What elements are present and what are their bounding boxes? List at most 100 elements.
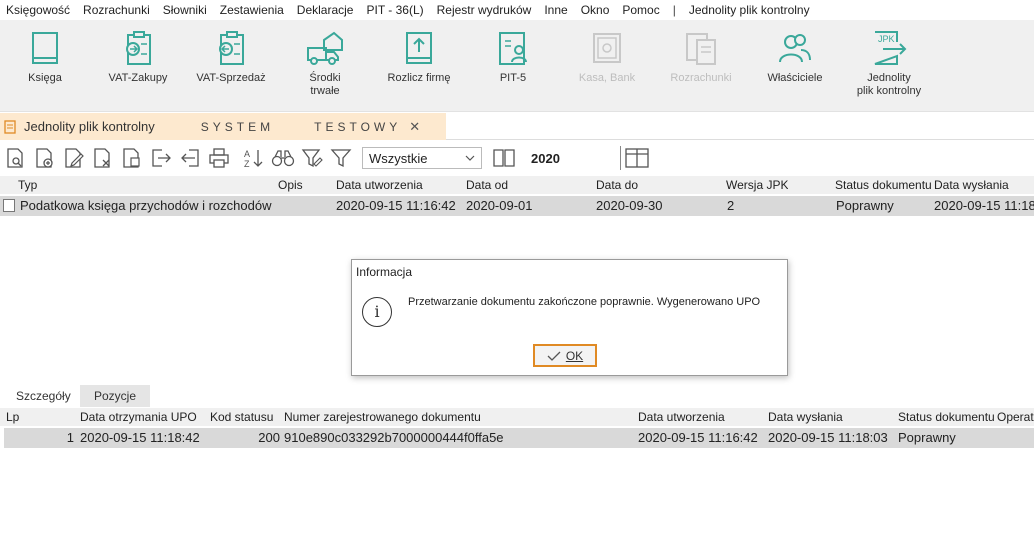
ribbon-jpk-label-2: plik kontrolny [856,85,922,97]
document-search-icon [7,148,23,168]
menu-jpk[interactable]: Jednolity plik kontrolny [689,3,810,17]
menu-ksiegowosc[interactable]: Księgowość [6,3,70,17]
ribbon-kasa-bank-button[interactable]: Kasa, Bank [562,30,652,85]
printer-icon [209,148,229,168]
menu-rozrachunki[interactable]: Rozrachunki [83,3,150,17]
col-wersja-jpk[interactable]: Wersja JPK [726,176,788,194]
chevron-down-icon [465,155,475,161]
menu-inne[interactable]: Inne [544,3,567,17]
ribbon-rozrachunki-label: Rozrachunki [670,72,732,84]
col-status-2[interactable]: Status dokumentu [898,408,995,426]
col-lp[interactable]: Lp [6,408,19,426]
ribbon-vat-sprzedaz-label: VAT-Sprzedaż [196,72,266,84]
add-button[interactable] [33,146,57,170]
cell-data-wyslania-2: 2020-09-15 11:18:03 [768,430,888,445]
copy-button[interactable] [120,146,144,170]
toolbar-divider [619,146,621,170]
ribbon-srodki-label-2: trwałe [310,85,340,97]
tab-close-icon[interactable]: ✕ [409,119,420,135]
delete-button[interactable] [91,146,115,170]
import-button[interactable] [178,146,202,170]
edit-button[interactable] [62,146,86,170]
columns-icon [625,148,649,168]
filter-settings-button[interactable] [300,146,324,170]
col-numer-dokumentu[interactable]: Numer zarejestrowanego dokumentu [284,408,481,426]
search-button[interactable] [271,146,295,170]
ok-button[interactable]: OK [533,344,597,367]
col-operator[interactable]: Operator [997,408,1034,426]
ribbon-jpk-label-1: Jednolity [867,72,911,84]
cell-numer: 910e890c033292b7000000444f0ffa5e [284,430,504,445]
col-data-wyslania[interactable]: Data wysłania [934,176,1009,194]
ribbon-ksiega-button[interactable]: Księga [0,30,90,85]
document-tab-icon [4,119,16,134]
ribbon-kasa-label: Kasa, Bank [578,72,636,84]
menu-slowniki[interactable]: Słowniki [163,3,207,17]
ribbon-wlasciciele-button[interactable]: Właściciele [750,30,840,85]
book-upload-icon [406,32,432,64]
preview-button[interactable] [4,146,28,170]
tab-szczegoly[interactable]: Szczegóły [2,385,85,407]
dialog-title: Informacja [356,265,413,279]
document-delete-icon [94,148,110,168]
menu-okno[interactable]: Okno [581,3,610,17]
tab-pozycje[interactable]: Pozycje [80,385,151,407]
filter-button[interactable] [329,146,353,170]
col-status[interactable]: Status dokumentu [835,176,932,194]
menu-deklaracje[interactable]: Deklaracje [297,3,354,17]
cell-typ: Podatkowa księga przychodów i rozchodów [20,198,272,213]
cell-wersja: 2 [727,198,735,213]
menu-pit36[interactable]: PIT - 36(L) [366,3,423,17]
col-data-utworzenia-2[interactable]: Data utworzenia [638,408,725,426]
col-typ[interactable]: Typ [18,176,37,194]
documents-icon [686,33,716,65]
sort-button[interactable]: AZ [242,146,266,170]
col-data-wyslania-2[interactable]: Data wysłania [768,408,843,426]
row-checkbox[interactable] [3,199,15,212]
menu-pomoc[interactable]: Pomoc [622,3,659,17]
layout-button[interactable] [625,146,649,170]
year-value: 2020 [531,150,560,166]
col-data-otrzymania-upo[interactable]: Data otrzymania UPO [80,408,197,426]
calendar-button[interactable] [492,146,516,170]
ribbon-vat-sprzedaz-button[interactable]: VAT-Sprzedaż [186,30,276,85]
safe-icon [593,33,621,63]
top-grid-header: Typ Opis Data utworzenia Data od Data do… [0,176,1034,194]
ribbon-rozlicz-label: Rozlicz firmę [387,72,451,84]
export-button[interactable] [149,146,173,170]
jpk-badge: JPK [878,34,895,44]
col-data-od[interactable]: Data od [466,176,508,194]
col-data-utworzenia[interactable]: Data utworzenia [336,176,423,194]
ribbon-rozlicz-firme-button[interactable]: Rozlicz firmę [374,30,464,85]
ribbon-srodki-trwale-button[interactable]: Środki trwałe [280,30,370,98]
table-row[interactable]: Podatkowa księga przychodów i rozchodów … [0,196,1034,216]
cell-data-utworzenia-2: 2020-09-15 11:16:42 [638,430,758,445]
tab-jpk[interactable]: Jednolity plik kontrolny SYSTEM TESTOWY … [0,113,446,140]
cell-data-utworzenia: 2020-09-15 11:16:42 [336,198,456,213]
import-icon [181,149,199,167]
tab-system-label: SYSTEM [200,119,275,134]
print-button[interactable] [207,146,231,170]
cell-data-do: 2020-09-30 [596,198,663,213]
ribbon-jpk-button[interactable]: JPK Jednolity plik kontrolny [844,30,934,98]
menu-separator: | [672,3,676,17]
users-icon [779,34,811,63]
document-tabs: Jednolity plik kontrolny SYSTEM TESTOWY … [0,113,1034,140]
col-kod-statusu[interactable]: Kod statusu [210,408,273,426]
ribbon: Księga VAT-Zakupy VAT-Sprzedaż Środki tr… [0,20,1034,112]
filter-select[interactable]: Wszystkie [362,147,482,169]
clipboard-out-icon [219,31,244,65]
ribbon-vat-zakupy-button[interactable]: VAT-Zakupy [93,30,183,85]
ribbon-vat-zakupy-label: VAT-Zakupy [108,72,168,84]
col-data-do[interactable]: Data do [596,176,638,194]
filter-icon [330,149,352,168]
menu-rejestr-wydrukow[interactable]: Rejestr wydruków [437,3,532,17]
ribbon-pit5-button[interactable]: PIT-5 [468,30,558,85]
truck-house-icon [307,31,343,65]
table-row[interactable]: 1 2020-09-15 11:18:42 200 910e890c033292… [4,428,1034,448]
tab-testowy-label: TESTOWY [314,119,402,134]
col-opis[interactable]: Opis [278,176,303,194]
ribbon-ksiega-label: Księga [28,72,62,84]
ribbon-rozrachunki-button[interactable]: Rozrachunki [656,30,746,85]
menu-zestawienia[interactable]: Zestawienia [220,3,284,17]
